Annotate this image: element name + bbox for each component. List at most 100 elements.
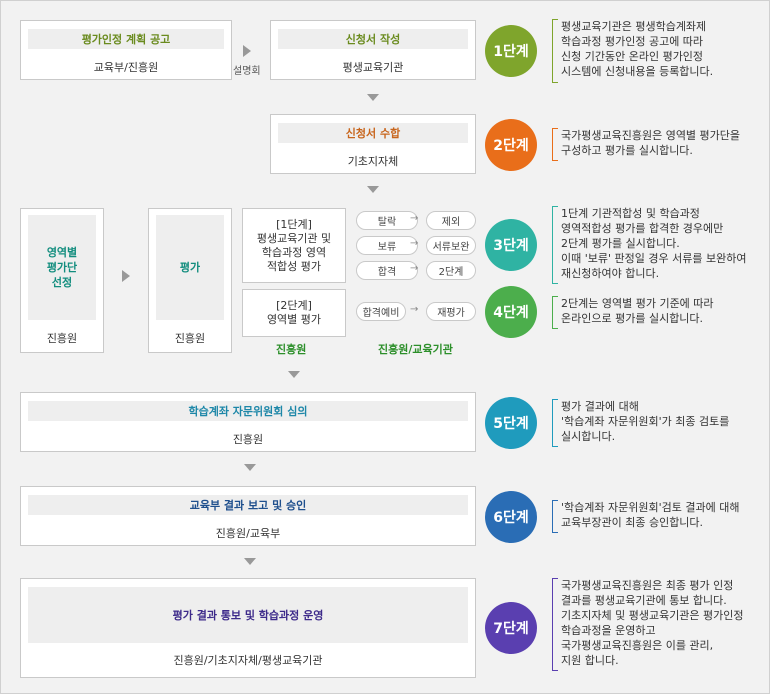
- outcome-fail: 탈락: [356, 211, 418, 230]
- step2-description: 국가평생교육진흥원은 영역별 평가단을 구성하고 평가를 실시합니다.: [552, 128, 762, 161]
- arrow-glyph: →: [410, 304, 419, 315]
- desc-line: 결과를 평생교육기관에 통보 합니다.: [561, 594, 727, 607]
- step5-description: 평가 결과에 대해 '학습계좌 자문위원회'가 최종 검토를 실시합니다.: [552, 399, 766, 447]
- down-arrow-4: [244, 464, 256, 471]
- step1-apply-box: 신청서 작성 평생교육기관: [270, 20, 476, 80]
- col-left-label: 진흥원: [276, 343, 307, 356]
- desc-line: 온라인으로 평가를 실시합니다.: [561, 312, 704, 325]
- desc-line: 2단계 평가를 실시합니다.: [561, 237, 680, 250]
- step6-bracket: [552, 500, 558, 533]
- outcome-prelim-pass: 합격예비: [356, 302, 406, 321]
- desc-line: 학습과정을 운영하고: [561, 624, 656, 637]
- desc-line: 영역적합성 평가를 합격한 경우에만: [561, 222, 724, 235]
- area-panel-sub: 진흥원: [46, 332, 78, 345]
- result-supplement: 서류보완: [426, 236, 476, 255]
- desc-line: 실시합니다.: [561, 430, 616, 443]
- step1-bracket: [552, 19, 558, 83]
- result-reeval: 재평가: [426, 302, 476, 321]
- step5-title: 학습계좌 자문위원회 심의: [28, 401, 468, 421]
- step1-announce-title: 평가인정 계획 공고: [28, 29, 224, 49]
- area-to-eval-arrow: [122, 270, 130, 282]
- desc-line: 기초지자체 및 평생교육기관은 평가인정: [561, 609, 744, 622]
- arrow-glyph: →: [410, 238, 419, 249]
- step2-title: 신청서 수합: [278, 123, 468, 143]
- desc-line: 시스템에 신청내용을 등록합니다.: [561, 65, 714, 78]
- outcome-pass: 합격: [356, 261, 418, 280]
- step1-description: 평생교육기관은 평생학습계좌제 학습과정 평가인정 공고에 따라 신청 기간동안…: [552, 19, 762, 83]
- eval-panel-title: 평가: [156, 215, 224, 320]
- step1-briefing-label: 설명회: [233, 66, 261, 77]
- stage1-line: 평생교육기관 및: [256, 231, 332, 245]
- step6-box: 교육부 결과 보고 및 승인 진흥원/교육부: [20, 486, 476, 546]
- desc-line: 평생교육기관은 평생학습계좌제: [561, 20, 707, 33]
- result-exclude: 제외: [426, 211, 476, 230]
- stage1-line: 학습과정 영역: [261, 245, 327, 259]
- arrow-glyph: →: [410, 213, 419, 224]
- step2-badge: 2단계: [485, 119, 537, 171]
- step1-announce-sub: 교육부/진흥원: [93, 61, 159, 74]
- outcome-hold: 보류: [356, 236, 418, 255]
- step3-bracket: [552, 206, 558, 284]
- col-right-label: 진흥원/교육기관: [378, 343, 453, 356]
- step1-apply-sub: 평생교육기관: [342, 61, 404, 74]
- desc-line: 국가평생교육진흥원은 영역별 평가단을: [561, 129, 741, 142]
- desc-line: 국가평생교육진흥원은 최종 평가 인정: [561, 579, 734, 592]
- desc-line: 지원 합니다.: [561, 654, 619, 667]
- desc-line: 재신청하여야 합니다.: [561, 267, 660, 280]
- step1-apply-title: 신청서 작성: [278, 29, 468, 49]
- desc-line: 이때 '보류' 판정일 경우 서류를 보완하여: [561, 252, 747, 265]
- stage1-line: 적합성 평가: [266, 259, 322, 273]
- desc-line: 구성하고 평가를 실시합니다.: [561, 144, 693, 157]
- step7-title: 평가 결과 통보 및 학습과정 운영: [28, 587, 468, 643]
- step5-badge: 5단계: [485, 397, 537, 449]
- step7-sub: 진흥원/기초지자체/평생교육기관: [173, 654, 323, 667]
- area-panel-box: 영역별 평가단 선정 진흥원: [20, 208, 104, 353]
- step6-sub: 진흥원/교육부: [215, 527, 281, 540]
- down-arrow-3: [288, 371, 300, 378]
- step1-badge: 1단계: [485, 25, 537, 77]
- step5-box: 학습계좌 자문위원회 심의 진흥원: [20, 392, 476, 452]
- title-line: 영역별: [46, 246, 78, 259]
- step3-badge: 3단계: [485, 219, 537, 271]
- step1-announce-box: 평가인정 계획 공고 교육부/진흥원: [20, 20, 232, 80]
- desc-line: 학습과정 평가인정 공고에 따라: [561, 35, 704, 48]
- step4-badge: 4단계: [485, 286, 537, 338]
- down-arrow-2: [367, 186, 379, 193]
- result-stage2: 2단계: [426, 261, 476, 280]
- eval-panel-sub: 진흥원: [174, 332, 206, 345]
- stage1-box: [1단계] 평생교육기관 및 학습과정 영역 적합성 평가: [242, 208, 346, 283]
- step6-badge: 6단계: [485, 491, 537, 543]
- title-line: 선정: [51, 276, 73, 289]
- desc-line: '학습계좌 자문위원회'가 최종 검토를: [561, 415, 730, 428]
- desc-line: 국가평생교육진흥원은 이를 관리,: [561, 639, 714, 652]
- step4-bracket: [552, 296, 558, 329]
- title-line: 평가단: [46, 261, 78, 274]
- step4-description: 2단계는 영역별 평가 기준에 따라 온라인으로 평가를 실시합니다.: [552, 296, 766, 329]
- eval-panel-box: 평가 진흥원: [148, 208, 232, 353]
- step2-sub: 기초지자체: [347, 155, 399, 168]
- desc-line: 신청 기간동안 온라인 평가인정: [561, 50, 704, 63]
- stage1-line: [1단계]: [276, 217, 312, 231]
- step1-right-arrow: [243, 45, 251, 57]
- step2-bracket: [552, 128, 558, 161]
- step7-bracket: [552, 578, 558, 671]
- stage2-line: [2단계]: [276, 299, 312, 312]
- desc-line: 2단계는 영역별 평가 기준에 따라: [561, 297, 714, 310]
- step6-description: '학습계좌 자문위원회'검토 결과에 대해 교육부장관이 최종 승인합니다.: [552, 500, 766, 533]
- step5-sub: 진흥원: [232, 433, 264, 446]
- desc-line: 1단계 기관적합성 및 학습과정: [561, 207, 700, 220]
- step7-badge: 7단계: [485, 602, 537, 654]
- step7-box: 평가 결과 통보 및 학습과정 운영 진흥원/기초지자체/평생교육기관: [20, 578, 476, 678]
- step7-description: 국가평생교육진흥원은 최종 평가 인정 결과를 평생교육기관에 통보 합니다. …: [552, 578, 766, 671]
- step2-box: 신청서 수합 기초지자체: [270, 114, 476, 174]
- stage2-line: 영역별 평가: [266, 313, 322, 326]
- down-arrow-5: [244, 558, 256, 565]
- step3-description: 1단계 기관적합성 및 학습과정 영역적합성 평가를 합격한 경우에만 2단계 …: [552, 206, 766, 284]
- desc-line: 교육부장관이 최종 승인합니다.: [561, 516, 704, 529]
- stage2-box: [2단계] 영역별 평가: [242, 289, 346, 337]
- step6-title: 교육부 결과 보고 및 승인: [28, 495, 468, 515]
- step5-bracket: [552, 399, 558, 447]
- down-arrow-1: [367, 94, 379, 101]
- area-panel-title: 영역별 평가단 선정: [28, 215, 96, 320]
- arrow-glyph: →: [410, 263, 419, 274]
